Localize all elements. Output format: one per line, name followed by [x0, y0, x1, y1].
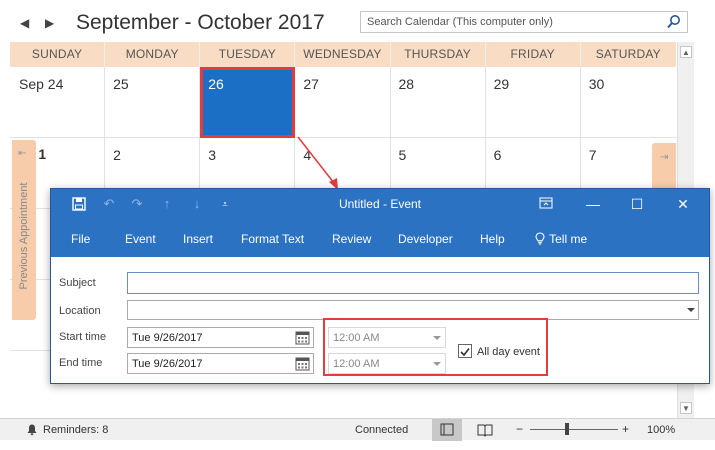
all-day-label: All day event [477, 346, 540, 358]
next-month-button[interactable]: ▶ [45, 8, 54, 38]
minimize-icon[interactable]: — [583, 193, 603, 215]
close-icon[interactable]: ✕ [673, 193, 693, 215]
reading-view-icon [477, 424, 493, 437]
search-calendar-box[interactable] [360, 11, 688, 33]
tell-me-button[interactable]: Tell me [534, 232, 587, 246]
tab-help[interactable]: Help [480, 232, 505, 246]
location-label: Location [59, 305, 101, 317]
day-header-monday: MONDAY [105, 42, 201, 67]
next-arrow-icon: ⇥ [660, 152, 669, 163]
day-number: 29 [493, 76, 510, 92]
calendar-title: September - October 2017 [76, 11, 325, 34]
week-row: Sep 24 25 26 27 28 29 30 [10, 67, 676, 138]
tab-file[interactable]: File [71, 232, 90, 246]
end-date-picker[interactable]: Tue 9/26/2017 [127, 353, 314, 374]
subject-label: Subject [59, 277, 96, 289]
location-input[interactable] [128, 301, 698, 319]
lightbulb-icon [535, 232, 545, 245]
tab-insert[interactable]: Insert [183, 232, 213, 246]
day-header-saturday: SATURDAY [595, 47, 661, 61]
maximize-icon[interactable]: ☐ [627, 193, 647, 215]
day-number: 26 [208, 76, 224, 92]
day-header-friday: FRIDAY [486, 42, 581, 67]
day-number: 30 [588, 76, 605, 92]
previous-month-button[interactable]: ◀ [20, 8, 29, 38]
calendar-icon[interactable] [295, 356, 310, 371]
status-bar: Reminders: 8 Connected − + 100% [0, 418, 715, 441]
zoom-slider-track[interactable] [530, 429, 618, 430]
location-field-box[interactable] [127, 300, 699, 320]
connection-status: Connected [355, 424, 409, 436]
end-time-select[interactable]: 12:00 AM [328, 353, 446, 374]
tab-event[interactable]: Event [125, 232, 156, 246]
day-cell[interactable]: Sep 24 [10, 67, 106, 138]
search-icon[interactable] [665, 14, 683, 30]
chevron-down-icon[interactable] [687, 306, 695, 314]
start-date-picker[interactable]: Tue 9/26/2017 [127, 327, 314, 348]
day-header-tuesday: TUESDAY [200, 42, 296, 67]
end-date-value: Tue 9/26/2017 [132, 358, 203, 370]
subject-input[interactable] [128, 273, 698, 293]
start-time-label: Start time [59, 331, 107, 343]
previous-appointment-tab[interactable]: ⇤ Previous Appointment [12, 140, 36, 320]
reading-view-button[interactable] [470, 419, 500, 441]
day-number: Sep 24 [19, 76, 64, 92]
tab-developer[interactable]: Developer [398, 232, 453, 246]
tab-format-text[interactable]: Format Text [241, 232, 304, 246]
day-cell[interactable]: 29 [486, 67, 581, 138]
ribbon-display-icon[interactable] [536, 193, 556, 215]
day-number: 2 [113, 147, 121, 163]
start-date-value: Tue 9/26/2017 [132, 332, 203, 344]
day-header-sunday: SUNDAY [10, 42, 106, 67]
chevron-down-icon[interactable] [433, 360, 441, 368]
start-time-select[interactable]: 12:00 AM [328, 327, 446, 348]
event-window-title: Untitled - Event [338, 197, 422, 211]
day-number: 28 [398, 76, 415, 92]
end-time-value: 12:00 AM [333, 358, 380, 370]
checkmark-icon [460, 348, 470, 357]
zoom-out-button[interactable]: − [516, 422, 523, 436]
day-cell[interactable]: 27 [295, 67, 391, 138]
day-number: 25 [113, 76, 129, 92]
tell-me-label: Tell me [549, 232, 588, 246]
zoom-in-button[interactable]: + [622, 422, 629, 436]
search-calendar-input[interactable] [361, 12, 661, 32]
previous-arrow-icon: ⇤ [18, 148, 27, 159]
day-cell[interactable]: 30 [581, 67, 676, 138]
scroll-down-icon[interactable]: ▼ [680, 402, 692, 414]
ribbon-tabs: File Event Insert Format Text Review Dev… [51, 219, 709, 257]
event-form: Subject Location Start time Tue 9/26/201… [51, 257, 709, 383]
chevron-down-icon[interactable] [433, 334, 441, 342]
day-header-row: SUNDAY MONDAY TUESDAY WEDNESDAY THURSDAY… [10, 42, 676, 67]
bell-icon [25, 423, 39, 437]
day-header-wednesday: WEDNESDAY [295, 42, 391, 67]
tab-review[interactable]: Review [332, 232, 371, 246]
zoom-level[interactable]: 100% [647, 424, 675, 436]
event-titlebar: ↶ ↷ ↑ ↓ ⩡ Untitled - Event — ☐ ✕ [51, 189, 709, 219]
previous-appointment-label: Previous Appointment [18, 182, 30, 290]
scroll-up-icon[interactable]: ▲ [680, 46, 692, 58]
day-header-thursday: THURSDAY [391, 42, 486, 67]
subject-field-box[interactable] [127, 272, 699, 294]
start-time-value: 12:00 AM [333, 332, 380, 344]
reminders-count[interactable]: Reminders: 8 [43, 424, 108, 436]
day-number: 4 [303, 147, 312, 163]
event-window: ↶ ↷ ↑ ↓ ⩡ Untitled - Event — ☐ ✕ File Ev… [50, 188, 710, 384]
day-number: 5 [398, 147, 407, 163]
day-cell[interactable]: 28 [391, 67, 486, 138]
next-appointment-tab[interactable]: ⇥ [652, 143, 676, 193]
end-time-label: End time [59, 357, 103, 369]
day-number: 3 [208, 147, 217, 163]
normal-view-button[interactable] [432, 419, 462, 441]
day-number: 7 [588, 147, 597, 163]
calendar-icon[interactable] [295, 330, 310, 345]
all-day-checkbox[interactable] [458, 344, 472, 358]
day-cell-selected[interactable]: 26 [200, 67, 296, 138]
day-number: 27 [303, 76, 319, 92]
day-cell[interactable]: 25 [105, 67, 201, 138]
normal-view-icon [440, 423, 454, 436]
zoom-slider-thumb[interactable] [564, 423, 569, 435]
day-number: 6 [493, 147, 502, 163]
